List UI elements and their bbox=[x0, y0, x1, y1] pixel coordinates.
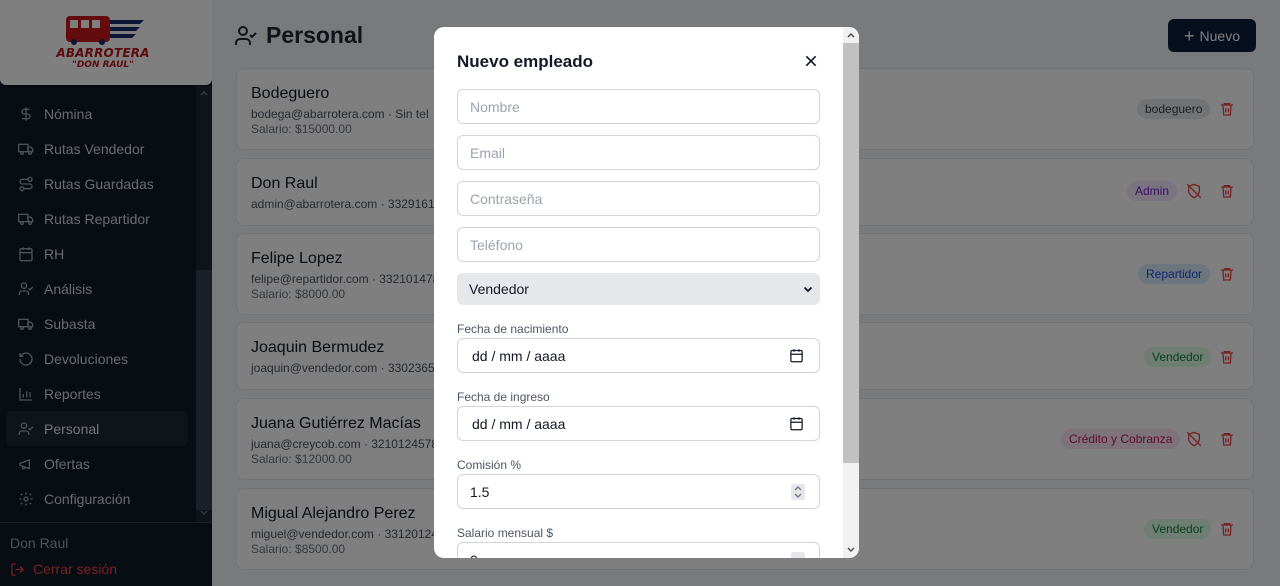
commission-input[interactable]: 1.5 bbox=[457, 474, 820, 509]
commission-stepper[interactable] bbox=[791, 484, 805, 500]
chevron-down-icon[interactable] bbox=[846, 545, 856, 555]
email-input[interactable] bbox=[457, 135, 820, 170]
role-select-value: Vendedor bbox=[469, 281, 529, 297]
hire-date-value: dd / mm / aaaa bbox=[472, 415, 566, 432]
chevron-up-icon[interactable] bbox=[846, 30, 856, 40]
calendar-icon[interactable] bbox=[789, 416, 804, 431]
hire-date-input[interactable]: dd / mm / aaaa bbox=[457, 406, 820, 441]
salary-value: 0 bbox=[470, 552, 478, 559]
salary-label: Salario mensual $ bbox=[457, 526, 554, 540]
stepper-arrows-icon bbox=[794, 486, 802, 498]
new-employee-modal: Nuevo empleado Vendedor Fecha de nacimie… bbox=[434, 27, 859, 558]
hire-date-label: Fecha de ingreso bbox=[457, 390, 550, 404]
calendar-icon[interactable] bbox=[789, 348, 804, 363]
birth-date-input[interactable]: dd / mm / aaaa bbox=[457, 338, 820, 373]
modal-title: Nuevo empleado bbox=[457, 52, 594, 71]
modal-scrollbar[interactable] bbox=[843, 27, 859, 558]
commission-label: Comisión % bbox=[457, 458, 522, 472]
password-input[interactable] bbox=[457, 181, 820, 216]
modal-scrollbar-thumb[interactable] bbox=[843, 43, 859, 463]
salary-stepper[interactable] bbox=[791, 552, 805, 558]
commission-value: 1.5 bbox=[470, 483, 490, 500]
close-icon[interactable] bbox=[803, 53, 819, 69]
birth-date-value: dd / mm / aaaa bbox=[472, 347, 566, 364]
birth-date-label: Fecha de nacimiento bbox=[457, 322, 569, 336]
name-input[interactable] bbox=[457, 89, 820, 124]
chevron-down-icon bbox=[803, 286, 813, 293]
phone-input[interactable] bbox=[457, 227, 820, 262]
salary-input[interactable]: 0 bbox=[457, 542, 820, 558]
role-select[interactable]: Vendedor bbox=[457, 273, 820, 305]
